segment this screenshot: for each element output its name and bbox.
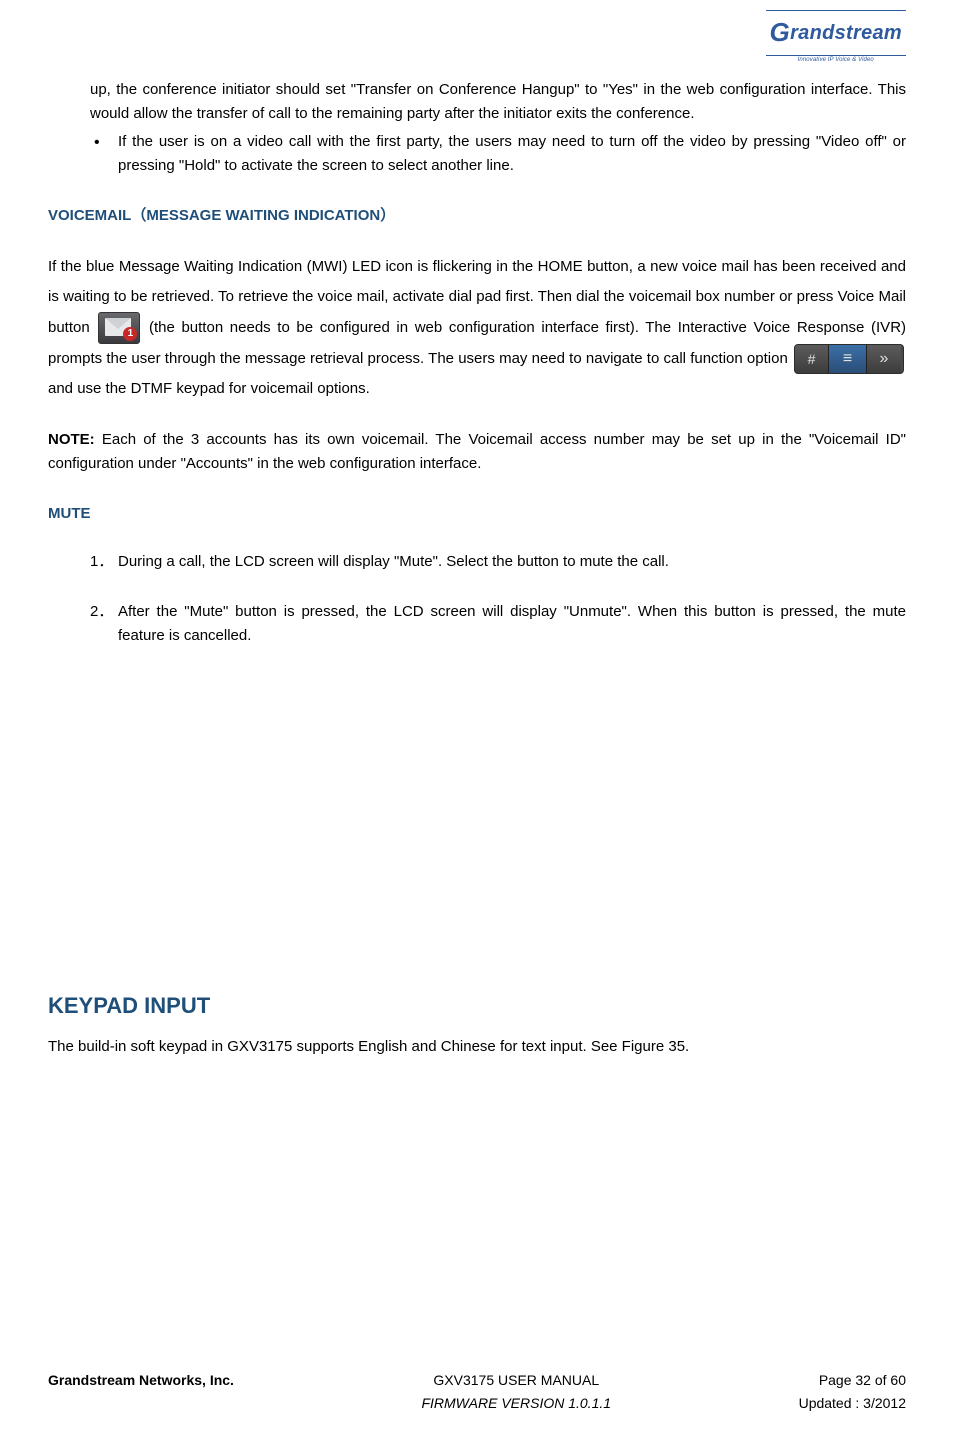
footer-center: GXV3175 USER MANUAL FIRMWARE VERSION 1.0… (234, 1369, 799, 1414)
voicemail-text-b: (the button needs to be configured in we… (48, 319, 906, 367)
brand-tagline: Innovative IP Voice & Video (798, 56, 874, 66)
page-footer: Grandstream Networks, Inc. GXV3175 USER … (48, 1369, 906, 1414)
footer-company: Grandstream Networks, Inc. (48, 1369, 234, 1414)
call-function-menu: ≡ (829, 345, 867, 373)
note-text: Each of the 3 accounts has its own voice… (48, 431, 906, 472)
voicemail-paragraph: If the blue Message Waiting Indication (… (48, 252, 906, 404)
call-function-icon: #≡» (794, 344, 904, 374)
list-text: During a call, the LCD screen will displ… (118, 553, 669, 570)
call-function-hash: # (795, 345, 829, 373)
brand-logo-rest: randstream (790, 22, 902, 44)
note-label: NOTE: (48, 431, 95, 448)
list-number: 2． (90, 600, 113, 624)
footer-page: Page 32 of 60 (799, 1369, 906, 1391)
bullet-list: If the user is on a video call with the … (48, 130, 906, 178)
brand-logo-box: Grandstream (766, 10, 906, 56)
footer-firmware: FIRMWARE VERSION 1.0.1.1 (234, 1392, 799, 1414)
footer-updated: Updated : 3/2012 (799, 1392, 906, 1414)
brand-logo-g: G (770, 12, 791, 54)
note-paragraph: NOTE: Each of the 3 accounts has its own… (48, 428, 906, 476)
brand-logo: Grandstream Innovative IP Voice & Video (766, 10, 906, 65)
voicemail-badge: 1 (123, 327, 137, 341)
mute-list: 1． During a call, the LCD screen will di… (48, 550, 906, 648)
list-text: After the "Mute" button is pressed, the … (118, 603, 906, 644)
footer-manual: GXV3175 USER MANUAL (234, 1369, 799, 1391)
brand-logo-text: Grandstream (770, 22, 902, 44)
keypad-paragraph: The build-in soft keypad in GXV3175 supp… (48, 1035, 906, 1059)
list-number: 1． (90, 550, 113, 574)
voicemail-icon: 1 (98, 312, 140, 344)
mute-heading: MUTE (48, 502, 906, 526)
continuation-paragraph: up, the conference initiator should set … (48, 78, 906, 126)
footer-right: Page 32 of 60 Updated : 3/2012 (799, 1369, 906, 1414)
list-item: 2． After the "Mute" button is pressed, t… (90, 600, 906, 648)
voicemail-text-c: and use the DTMF keypad for voicemail op… (48, 380, 370, 397)
voicemail-heading: VOICEMAIL（MESSAGE WAITING INDICATION） (48, 204, 906, 228)
keypad-input-heading: KEYPAD INPUT (48, 988, 906, 1023)
list-item: 1． During a call, the LCD screen will di… (90, 550, 906, 574)
call-function-arrow: » (867, 345, 901, 373)
page-content: up, the conference initiator should set … (48, 0, 906, 1059)
list-item: If the user is on a video call with the … (90, 130, 906, 178)
